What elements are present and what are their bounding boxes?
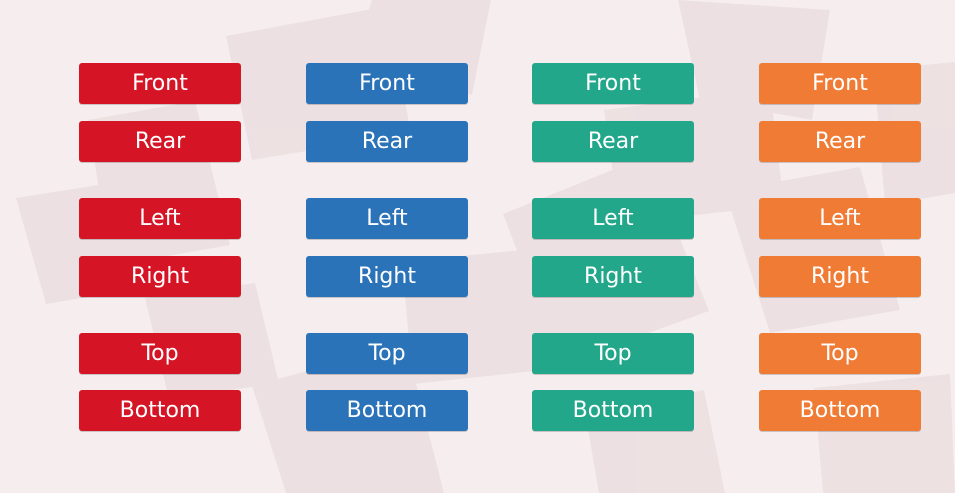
teal-rear-button[interactable]: Rear (532, 121, 694, 162)
teal-button-column: Front Rear Left Right Top Bottom (532, 0, 694, 493)
orange-bottom-button[interactable]: Bottom (759, 390, 921, 431)
red-bottom-button[interactable]: Bottom (79, 390, 241, 431)
orange-left-button[interactable]: Left (759, 198, 921, 239)
teal-bottom-button[interactable]: Bottom (532, 390, 694, 431)
red-front-button[interactable]: Front (79, 63, 241, 104)
red-rear-button[interactable]: Rear (79, 121, 241, 162)
orange-rear-button[interactable]: Rear (759, 121, 921, 162)
blue-top-button[interactable]: Top (306, 333, 468, 374)
teal-top-button[interactable]: Top (532, 333, 694, 374)
blue-rear-button[interactable]: Rear (306, 121, 468, 162)
orange-top-button[interactable]: Top (759, 333, 921, 374)
teal-right-button[interactable]: Right (532, 256, 694, 297)
blue-right-button[interactable]: Right (306, 256, 468, 297)
red-top-button[interactable]: Top (79, 333, 241, 374)
teal-front-button[interactable]: Front (532, 63, 694, 104)
blue-bottom-button[interactable]: Bottom (306, 390, 468, 431)
orange-button-column: Front Rear Left Right Top Bottom (759, 0, 921, 493)
blue-front-button[interactable]: Front (306, 63, 468, 104)
red-button-column: Front Rear Left Right Top Bottom (79, 0, 241, 493)
orange-front-button[interactable]: Front (759, 63, 921, 104)
red-right-button[interactable]: Right (79, 256, 241, 297)
orange-right-button[interactable]: Right (759, 256, 921, 297)
blue-button-column: Front Rear Left Right Top Bottom (306, 0, 468, 493)
blue-left-button[interactable]: Left (306, 198, 468, 239)
button-grid: Front Rear Left Right Top Bottom Front R… (0, 0, 955, 493)
red-left-button[interactable]: Left (79, 198, 241, 239)
teal-left-button[interactable]: Left (532, 198, 694, 239)
